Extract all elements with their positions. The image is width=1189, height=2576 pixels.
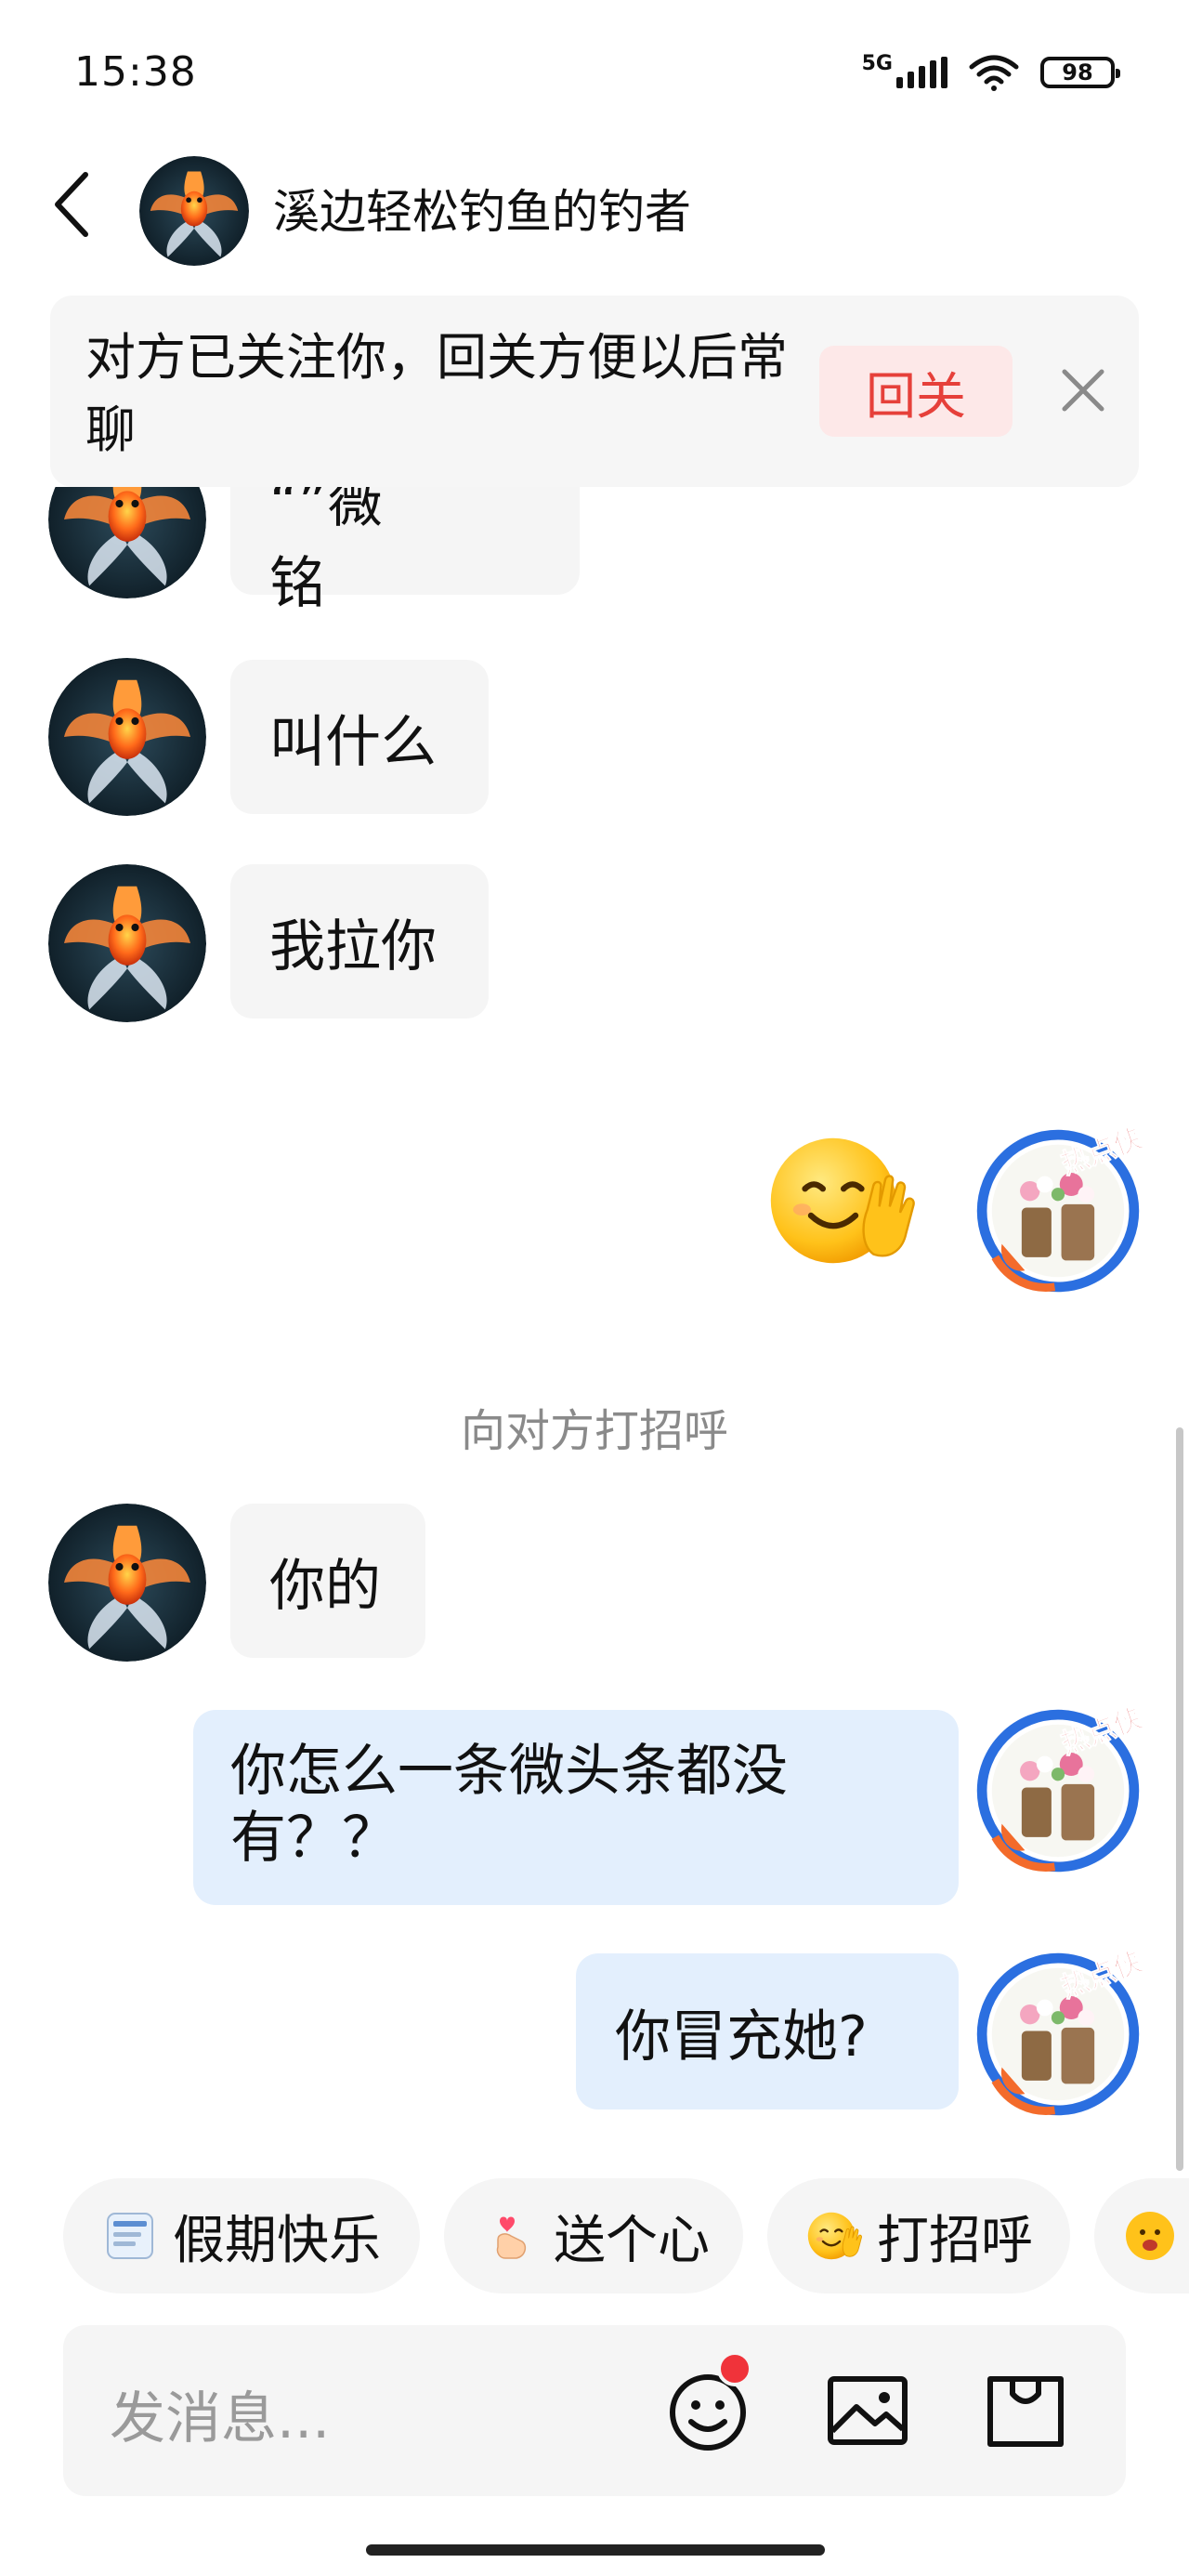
holiday-card-icon [107,2213,153,2259]
my-avatar[interactable]: 热点侠 [975,1122,1147,1294]
message-bubble[interactable]: 你冒充她? [576,1953,959,2109]
battery-level: 98 [1062,59,1093,85]
message-bubble[interactable]: 叫什么 [230,660,489,814]
quick-reply-label: 送个心 [554,2210,710,2271]
quick-reply-label: 假期快乐 [173,2210,381,2271]
wifi-icon [969,55,1019,91]
message-bubble[interactable]: 你怎么一条微头条都没有？？ [193,1710,959,1905]
notification-dot [717,2351,752,2386]
quick-reply-label: 打招呼 [877,2210,1033,2271]
message-input[interactable]: 发消息... [110,2373,330,2454]
emoji-icon [1126,2212,1174,2260]
header-avatar[interactable] [139,156,249,266]
status-time: 15:38 [74,48,197,96]
close-icon[interactable] [1053,361,1113,420]
contact-avatar[interactable] [48,487,206,598]
quick-reply-chip[interactable]: 送个心 [444,2178,743,2293]
quick-reply-chip[interactable] [1094,2178,1189,2293]
chevron-left-icon[interactable] [45,167,100,242]
network-label: 5G [861,51,893,75]
wave-emoji-icon [806,2208,862,2264]
image-icon[interactable] [823,2366,912,2455]
message-row: “”薇 铭 [0,487,1189,617]
contact-avatar[interactable] [48,658,206,816]
finger-heart-icon [496,2216,527,2259]
system-message: 向对方打招呼 [460,1405,728,1457]
home-indicator[interactable] [366,2544,825,2556]
contact-avatar[interactable] [48,1504,206,1662]
message-input-bar: 发消息... [63,2325,1126,2496]
chat-title[interactable]: 溪边轻松钓鱼的钓者 [273,175,691,242]
contact-avatar[interactable] [48,864,206,1022]
scrollbar[interactable] [1176,1427,1183,2171]
message-bubble[interactable]: “”薇 铭 [230,487,580,616]
quick-reply-chip[interactable]: 假期快乐 [63,2178,420,2293]
message-bubble[interactable]: 我拉你 [230,864,489,1019]
quick-reply-chip[interactable]: 打招呼 [767,2178,1070,2293]
my-avatar[interactable]: 热点侠 [975,1702,1147,1873]
status-icons: 5G 98 [861,51,1120,91]
signal-icon [896,57,947,88]
message-bubble[interactable]: 你的 [230,1504,425,1658]
follow-back-button[interactable]: 回关 [819,346,1013,437]
wave-emoji-sticker[interactable] [739,1126,942,1275]
my-avatar[interactable]: 热点侠 [975,1945,1147,2117]
follow-banner-text: 对方已关注你，回关方便以后常聊 [85,328,788,459]
battery-icon: 98 [1040,57,1120,88]
more-box-icon[interactable] [981,2366,1070,2455]
follow-banner: 对方已关注你，回关方便以后常聊 回关 [50,296,1139,487]
